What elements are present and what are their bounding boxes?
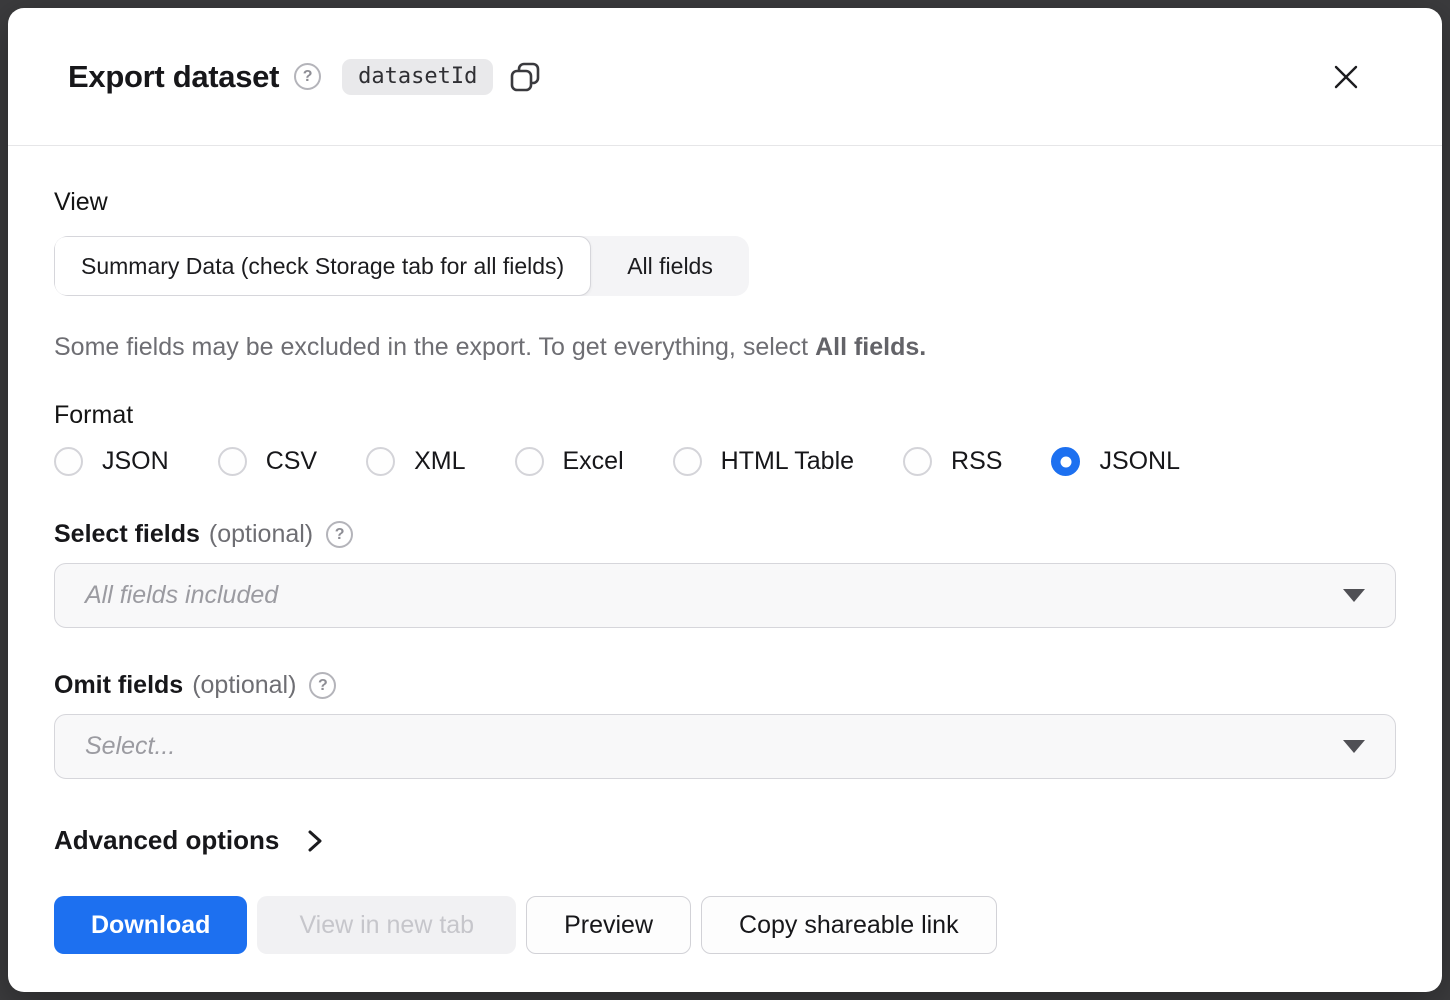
advanced-options-toggle[interactable]: Advanced options: [54, 825, 327, 856]
omit-fields-help-icon[interactable]: ?: [309, 672, 336, 699]
radio-icon: [366, 447, 395, 476]
radio-label: CSV: [266, 447, 317, 476]
question-glyph: ?: [335, 526, 345, 544]
download-button[interactable]: Download: [54, 896, 247, 954]
omit-fields-label-row: Omit fields (optional) ?: [54, 671, 1396, 700]
caret-down-icon: [1343, 740, 1365, 753]
question-glyph: ?: [303, 68, 313, 86]
radio-label: XML: [414, 447, 465, 476]
select-fields-optional: (optional): [209, 520, 313, 549]
chevron-right-icon: [301, 828, 327, 854]
omit-fields-optional: (optional): [192, 671, 296, 700]
segment-summary-data[interactable]: Summary Data (check Storage tab for all …: [54, 236, 591, 296]
omit-fields-label: Omit fields: [54, 671, 183, 700]
omit-fields-placeholder: Select...: [85, 732, 175, 761]
hint-emphasis: All fields.: [815, 333, 926, 361]
view-label: View: [54, 188, 1396, 217]
select-fields-placeholder: All fields included: [85, 581, 278, 610]
close-icon: [1331, 62, 1361, 92]
copy-icon: [508, 60, 542, 94]
format-label: Format: [54, 401, 1396, 430]
title-help-icon[interactable]: ?: [294, 63, 321, 90]
omit-fields-dropdown[interactable]: Select...: [54, 714, 1396, 779]
radio-label: Excel: [563, 447, 624, 476]
radio-label: JSON: [102, 447, 169, 476]
radio-icon: [903, 447, 932, 476]
radio-label: HTML Table: [721, 447, 854, 476]
radio-icon: [673, 447, 702, 476]
radio-option-html-table[interactable]: HTML Table: [673, 447, 854, 476]
dataset-id-badge: datasetId: [342, 59, 493, 95]
segment-all-fields[interactable]: All fields: [591, 236, 749, 296]
question-glyph: ?: [318, 677, 328, 695]
radio-label: JSONL: [1099, 447, 1180, 476]
radio-option-csv[interactable]: CSV: [218, 447, 317, 476]
hint-body: Some fields may be excluded in the expor…: [54, 333, 808, 361]
radio-option-rss[interactable]: RSS: [903, 447, 1002, 476]
radio-icon: [218, 447, 247, 476]
radio-icon: [515, 447, 544, 476]
view-in-new-tab-button[interactable]: View in new tab: [257, 896, 516, 954]
caret-down-icon: [1343, 589, 1365, 602]
close-button[interactable]: [1324, 55, 1368, 99]
radio-label: RSS: [951, 447, 1002, 476]
preview-button[interactable]: Preview: [526, 896, 691, 954]
format-radio-group: JSON CSV XML Excel HTML Table RSS: [54, 447, 1396, 476]
radio-option-excel[interactable]: Excel: [515, 447, 624, 476]
export-hint-text: Some fields may be excluded in the expor…: [54, 332, 1396, 362]
select-fields-dropdown[interactable]: All fields included: [54, 563, 1396, 628]
copy-shareable-link-button[interactable]: Copy shareable link: [701, 896, 997, 954]
radio-option-xml[interactable]: XML: [366, 447, 465, 476]
export-dataset-modal: Export dataset ? datasetId View: [8, 8, 1442, 992]
modal-header: Export dataset ? datasetId: [8, 8, 1442, 146]
advanced-options-label: Advanced options: [54, 825, 279, 856]
view-segmented-control: Summary Data (check Storage tab for all …: [54, 236, 749, 296]
radio-option-jsonl[interactable]: JSONL: [1051, 447, 1180, 476]
radio-icon: [54, 447, 83, 476]
modal-title: Export dataset: [68, 59, 279, 95]
modal-body: View Summary Data (check Storage tab for…: [8, 146, 1442, 992]
select-fields-label-row: Select fields (optional) ?: [54, 520, 1396, 549]
select-fields-help-icon[interactable]: ?: [326, 521, 353, 548]
copy-dataset-id-button[interactable]: [506, 58, 544, 96]
select-fields-label: Select fields: [54, 520, 200, 549]
radio-icon: [1051, 447, 1080, 476]
actions-row: Download View in new tab Preview Copy sh…: [54, 896, 1396, 954]
radio-option-json[interactable]: JSON: [54, 447, 169, 476]
